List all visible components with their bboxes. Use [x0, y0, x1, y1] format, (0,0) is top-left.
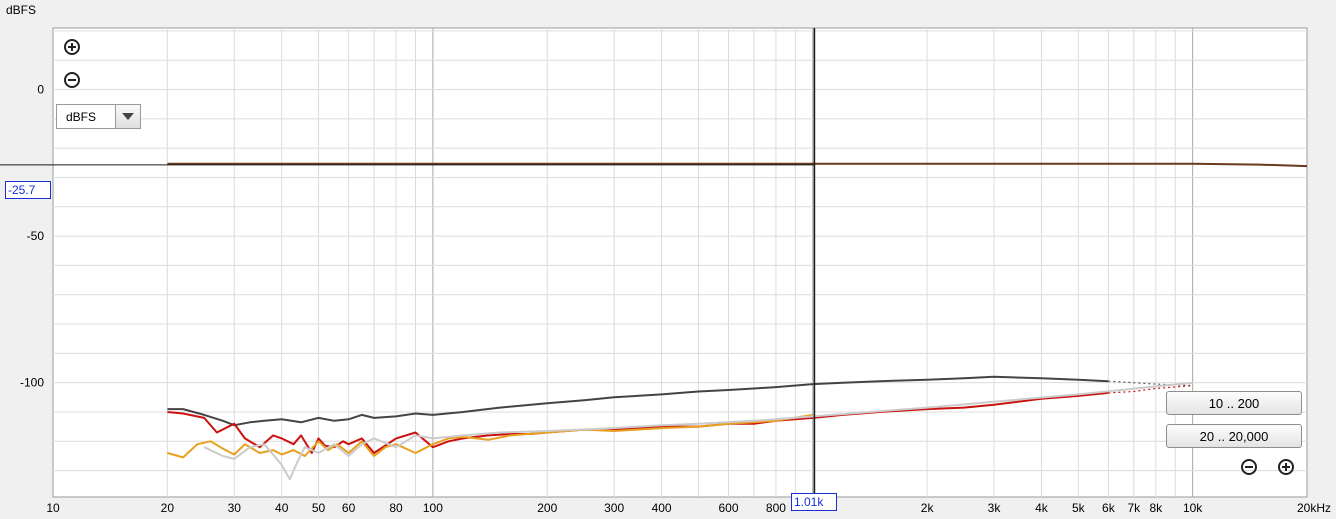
zoom-in-icon[interactable] [63, 38, 81, 56]
unit-dropdown-value: dBFS [66, 110, 97, 124]
x-tick-label: 200 [537, 501, 557, 515]
x-tick-label: 80 [389, 501, 403, 515]
range-20-20000-button[interactable]: 20 .. 20,000 [1166, 424, 1302, 448]
zoom-out-icon[interactable] [1240, 458, 1258, 476]
x-tick-label: 6k [1102, 501, 1116, 515]
x-tick-label: 600 [718, 501, 738, 515]
x-tick-label: 20 [161, 501, 175, 515]
x-tick-label: 4k [1035, 501, 1049, 515]
y-tick-label: 0 [37, 83, 44, 97]
y-tick-label: -100 [20, 376, 44, 390]
y-cursor-readout: -25.7 [5, 181, 51, 199]
x-tick-label: 300 [604, 501, 624, 515]
x-cursor-readout: 1.01k [791, 493, 837, 511]
x-tick-label: 2k [921, 501, 935, 515]
x-tick-label: 100 [423, 501, 443, 515]
x-tick-label: 10k [1183, 501, 1203, 515]
zoom-out-icon[interactable] [63, 71, 81, 89]
x-tick-label: 40 [275, 501, 289, 515]
range-10-200-button[interactable]: 10 .. 200 [1166, 391, 1302, 415]
x-tick-label: 30 [228, 501, 242, 515]
x-tick-label: 5k [1072, 501, 1086, 515]
x-tick-label: 20kHz [1297, 501, 1331, 515]
y-axis-unit-label: dBFS [6, 3, 37, 17]
y-tick-labels: 0 -50 -100 [20, 83, 44, 390]
spectrum-chart[interactable]: 10 20 30 40 50 60 80 100 200 300 400 600 800 2k 3k 4k 5k… [0, 0, 1336, 519]
unit-dropdown[interactable]: dBFS [56, 104, 141, 129]
zoom-in-icon[interactable] [1277, 458, 1295, 476]
x-tick-label: 10 [46, 501, 60, 515]
x-tick-label: 60 [342, 501, 356, 515]
x-tick-label: 50 [312, 501, 326, 515]
x-tick-label: 3k [988, 501, 1002, 515]
x-tick-labels: 10 20 30 40 50 60 80 100 200 300 400 600 800 2k 3k 4k 5k… [46, 501, 1331, 515]
x-tick-label: 400 [652, 501, 672, 515]
y-tick-label: -50 [27, 229, 45, 243]
x-tick-label: 800 [766, 501, 786, 515]
chevron-down-icon[interactable] [115, 105, 140, 128]
x-tick-label: 7k [1127, 501, 1141, 515]
x-tick-label: 8k [1149, 501, 1163, 515]
